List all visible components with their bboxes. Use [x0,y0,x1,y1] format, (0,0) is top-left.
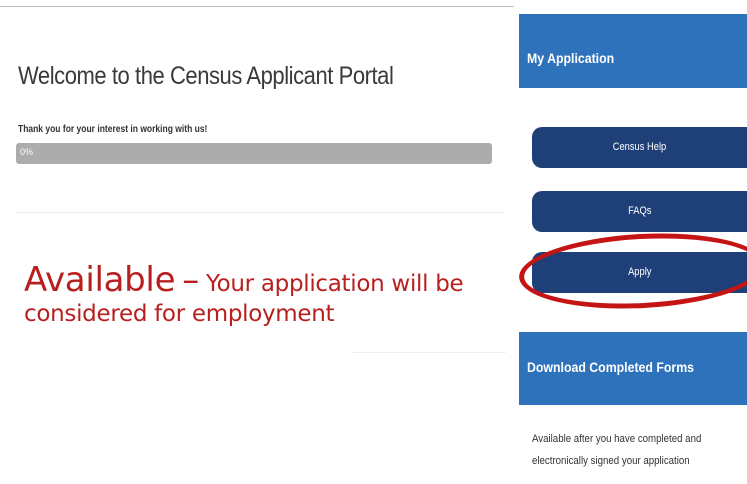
apply-label: Apply [627,266,652,278]
faqs-label: FAQs [627,205,652,217]
page-title: Welcome to the Census Applicant Portal [18,62,394,90]
census-help-button[interactable]: Census Help [532,127,747,168]
census-help-label: Census Help [612,141,667,153]
download-forms-header: Download Completed Forms [519,332,747,405]
status-dash: – [182,260,199,300]
page-subtitle: Thank you for your interest in working w… [18,124,208,135]
apply-button[interactable]: Apply [532,252,747,293]
section-divider [16,212,504,213]
faqs-button[interactable]: FAQs [532,191,747,232]
divider-line [352,352,506,353]
my-application-title: My Application [527,50,615,66]
status-annotation: Available – Your application will be con… [24,262,494,329]
sidebar: My Application Census Help FAQs Apply Do… [514,0,747,484]
status-word: Available [24,260,176,300]
progress-bar: 0% [16,143,492,164]
progress-label: 0% [20,147,34,157]
download-note: Available after you have completed and e… [532,433,702,467]
my-application-header: My Application [519,14,747,88]
download-forms-title: Download Completed Forms [527,359,695,375]
